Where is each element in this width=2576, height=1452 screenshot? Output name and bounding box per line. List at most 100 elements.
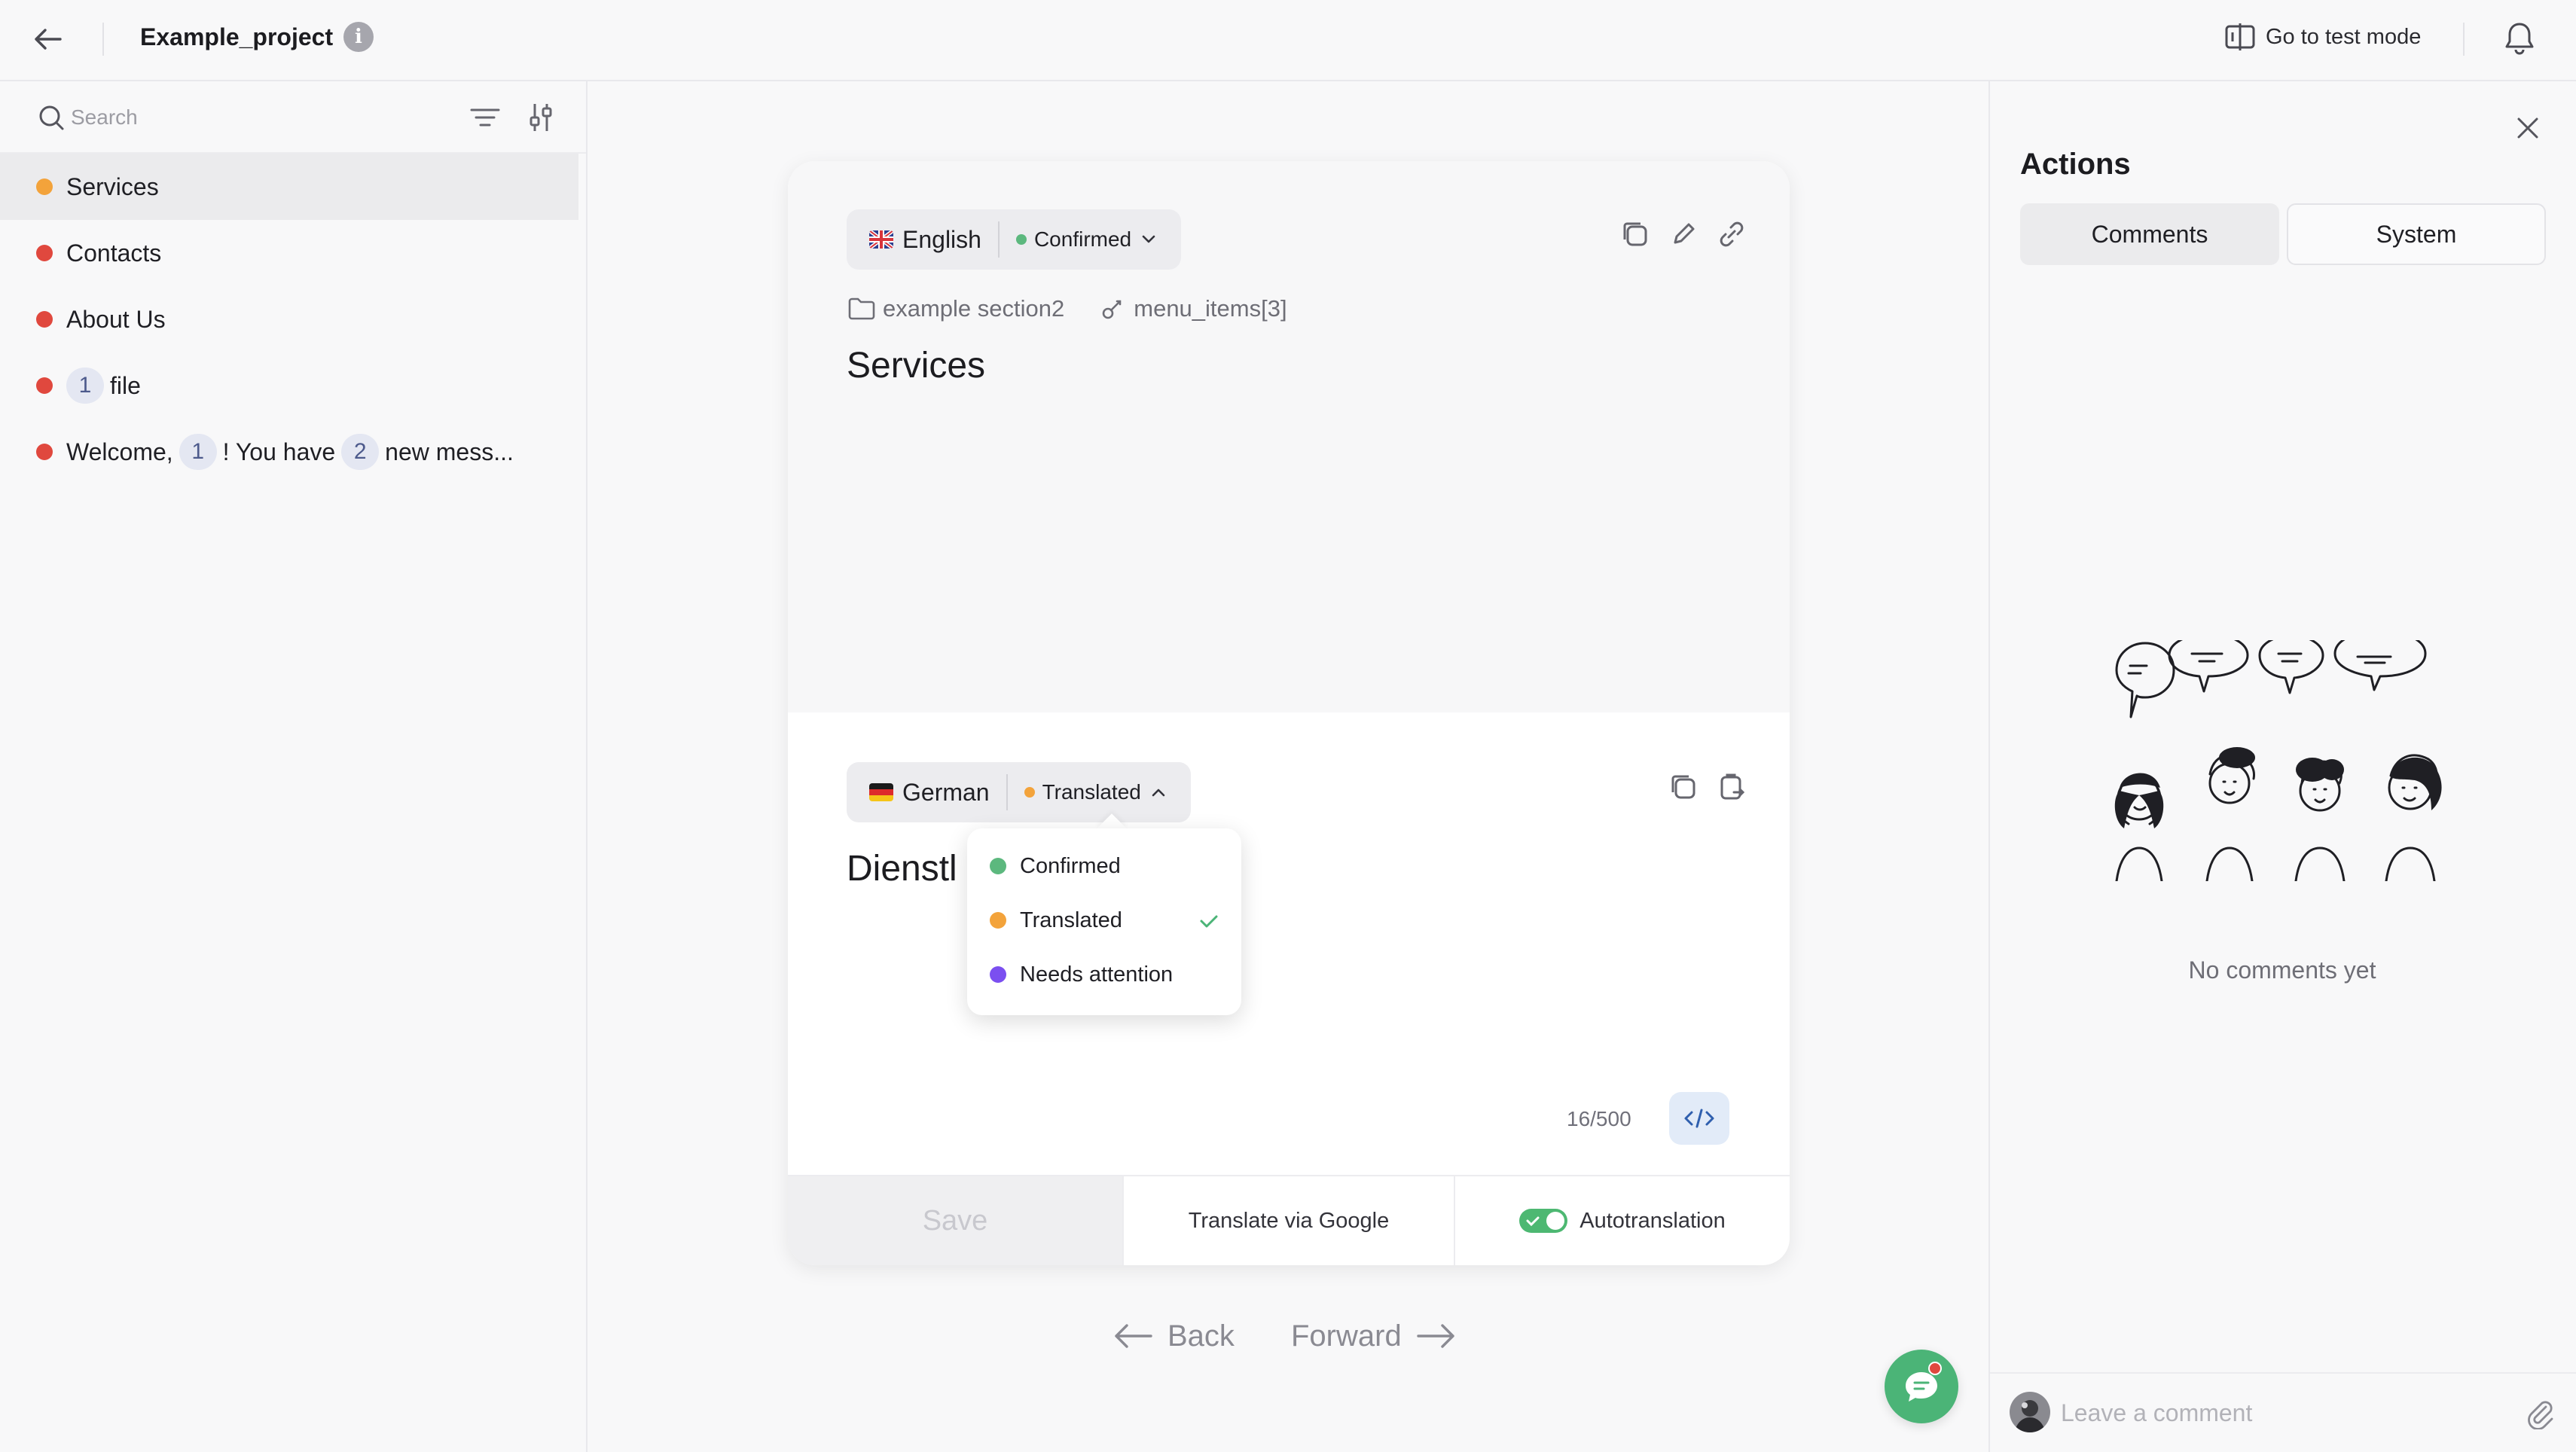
checkmark-icon [1200,915,1218,928]
card-footer: Save Translate via Google Autotranslatio… [788,1175,1790,1265]
code-view-button[interactable] [1669,1092,1729,1145]
actions-title: Actions [2020,148,2131,181]
variable-pill: 1 [66,368,104,404]
status-dot [1015,234,1027,245]
status-dot [36,444,53,460]
key-item-about-us[interactable]: About Us [0,286,586,352]
forward-button[interactable]: Forward [1291,1313,1457,1359]
forward-label: Forward [1291,1319,1402,1353]
autotranslation-label: Autotranslation [1579,1208,1726,1233]
status-option-confirmed[interactable]: Confirmed [967,839,1241,893]
test-mode-label: Go to test mode [2266,24,2422,49]
divider [1006,774,1008,810]
status-option-label: Confirmed [1020,853,1121,878]
key-item-services[interactable]: Services [0,154,578,220]
test-mode-icon [2225,23,2255,50]
source-language-label: English [902,225,981,253]
link-icon[interactable] [1714,217,1749,252]
tab-comments[interactable]: Comments [2020,203,2279,265]
status-dot [36,377,53,394]
translate-google-button[interactable]: Translate via Google [1122,1176,1455,1265]
source-text: Services [847,346,986,386]
germany-flag-icon [869,783,893,801]
bell-icon[interactable] [2501,20,2538,57]
status-dot [36,178,53,195]
section-name: example section2 [883,295,1065,322]
chevron-up-icon [1152,789,1165,797]
key-item-label: new mess... [385,438,514,465]
chevron-down-icon [1142,235,1155,243]
test-mode-button[interactable]: Go to test mode [2223,20,2421,54]
info-icon[interactable]: i [343,22,374,52]
code-icon [1684,1109,1714,1128]
divider [2463,23,2465,56]
status-dot [36,245,53,261]
check-icon [1526,1216,1540,1227]
key-icon [1102,300,1122,319]
key-item-label: file [110,371,141,399]
save-button[interactable]: Save [788,1176,1122,1265]
variable-pill: 1 [179,434,217,470]
status-option-label: Needs attention [1020,962,1174,987]
status-option-translated[interactable]: Translated [967,893,1241,947]
target-status-label: Translated [1042,780,1141,804]
status-dot [1024,787,1035,798]
key-list: Services Contacts About Us 1 file Welcom… [0,154,586,485]
copy-icon[interactable] [1618,217,1653,252]
back-button[interactable]: Back [1112,1313,1235,1359]
keys-sidebar: Services Contacts About Us 1 file Welcom… [0,81,588,1452]
status-dot [36,311,53,328]
key-meta: example section2 menu_items[3] [847,294,1287,324]
edit-icon[interactable] [1666,217,1701,252]
filter-icon[interactable] [469,102,502,133]
notification-badge [1928,1362,1942,1375]
character-counter: 16/500 [1567,1107,1631,1130]
divider [102,23,104,56]
project-title: Example_project [140,23,334,50]
paperclip-icon[interactable] [2523,1396,2556,1429]
search-input[interactable] [71,101,432,134]
close-icon[interactable] [2513,113,2543,143]
search-row [0,81,586,154]
avatar [2010,1392,2050,1432]
key-item-label: Welcome, [66,438,173,465]
chat-support-button[interactable] [1885,1350,1958,1423]
source-section: English Confirmed example section2 menu_… [788,161,1790,712]
autotranslation-toggle[interactable] [1519,1209,1568,1233]
top-bar: Example_project i Go to test mode [0,0,2576,81]
back-arrow-icon[interactable] [30,21,66,57]
translation-card: English Confirmed example section2 menu_… [788,161,1790,1265]
source-language-pill[interactable]: English Confirmed [847,209,1182,270]
comment-input[interactable] [2061,1395,2483,1431]
paste-icon[interactable] [1714,770,1749,804]
copy-icon[interactable] [1666,770,1701,804]
key-item-label: Contacts [66,239,162,267]
divider [997,221,1000,258]
sliders-icon[interactable] [524,101,557,134]
target-text-editor[interactable]: Dienstl [847,848,957,889]
status-dot [990,912,1006,929]
people-chatting-illustration [2114,640,2442,881]
search-icon [39,105,64,130]
tab-system[interactable]: System [2287,203,2546,265]
key-item-file[interactable]: 1 file [0,352,586,419]
arrow-left-icon [1115,1324,1152,1348]
status-dot [990,966,1006,983]
variable-pill: 2 [341,434,380,470]
source-status-label: Confirmed [1033,227,1132,251]
autotranslation-control: Autotranslation [1455,1176,1790,1265]
target-language-pill[interactable]: German Translated [847,762,1191,822]
empty-state-text: No comments yet [2188,956,2376,984]
back-label: Back [1167,1319,1235,1353]
key-item-label: ! You have [222,438,336,465]
arrow-right-icon [1417,1324,1454,1348]
key-item-contacts[interactable]: Contacts [0,220,586,286]
key-item-welcome[interactable]: Welcome, 1 ! You have 2 new mess... [0,419,586,485]
status-option-label: Translated [1020,908,1122,932]
key-name: menu_items[3] [1134,295,1287,322]
key-item-label: About Us [66,305,166,333]
status-dot [990,858,1006,874]
status-option-needs-attention[interactable]: Needs attention [967,947,1241,1002]
status-dropdown: Confirmed Translated Needs attention [967,828,1241,1015]
folder-icon [848,297,875,320]
